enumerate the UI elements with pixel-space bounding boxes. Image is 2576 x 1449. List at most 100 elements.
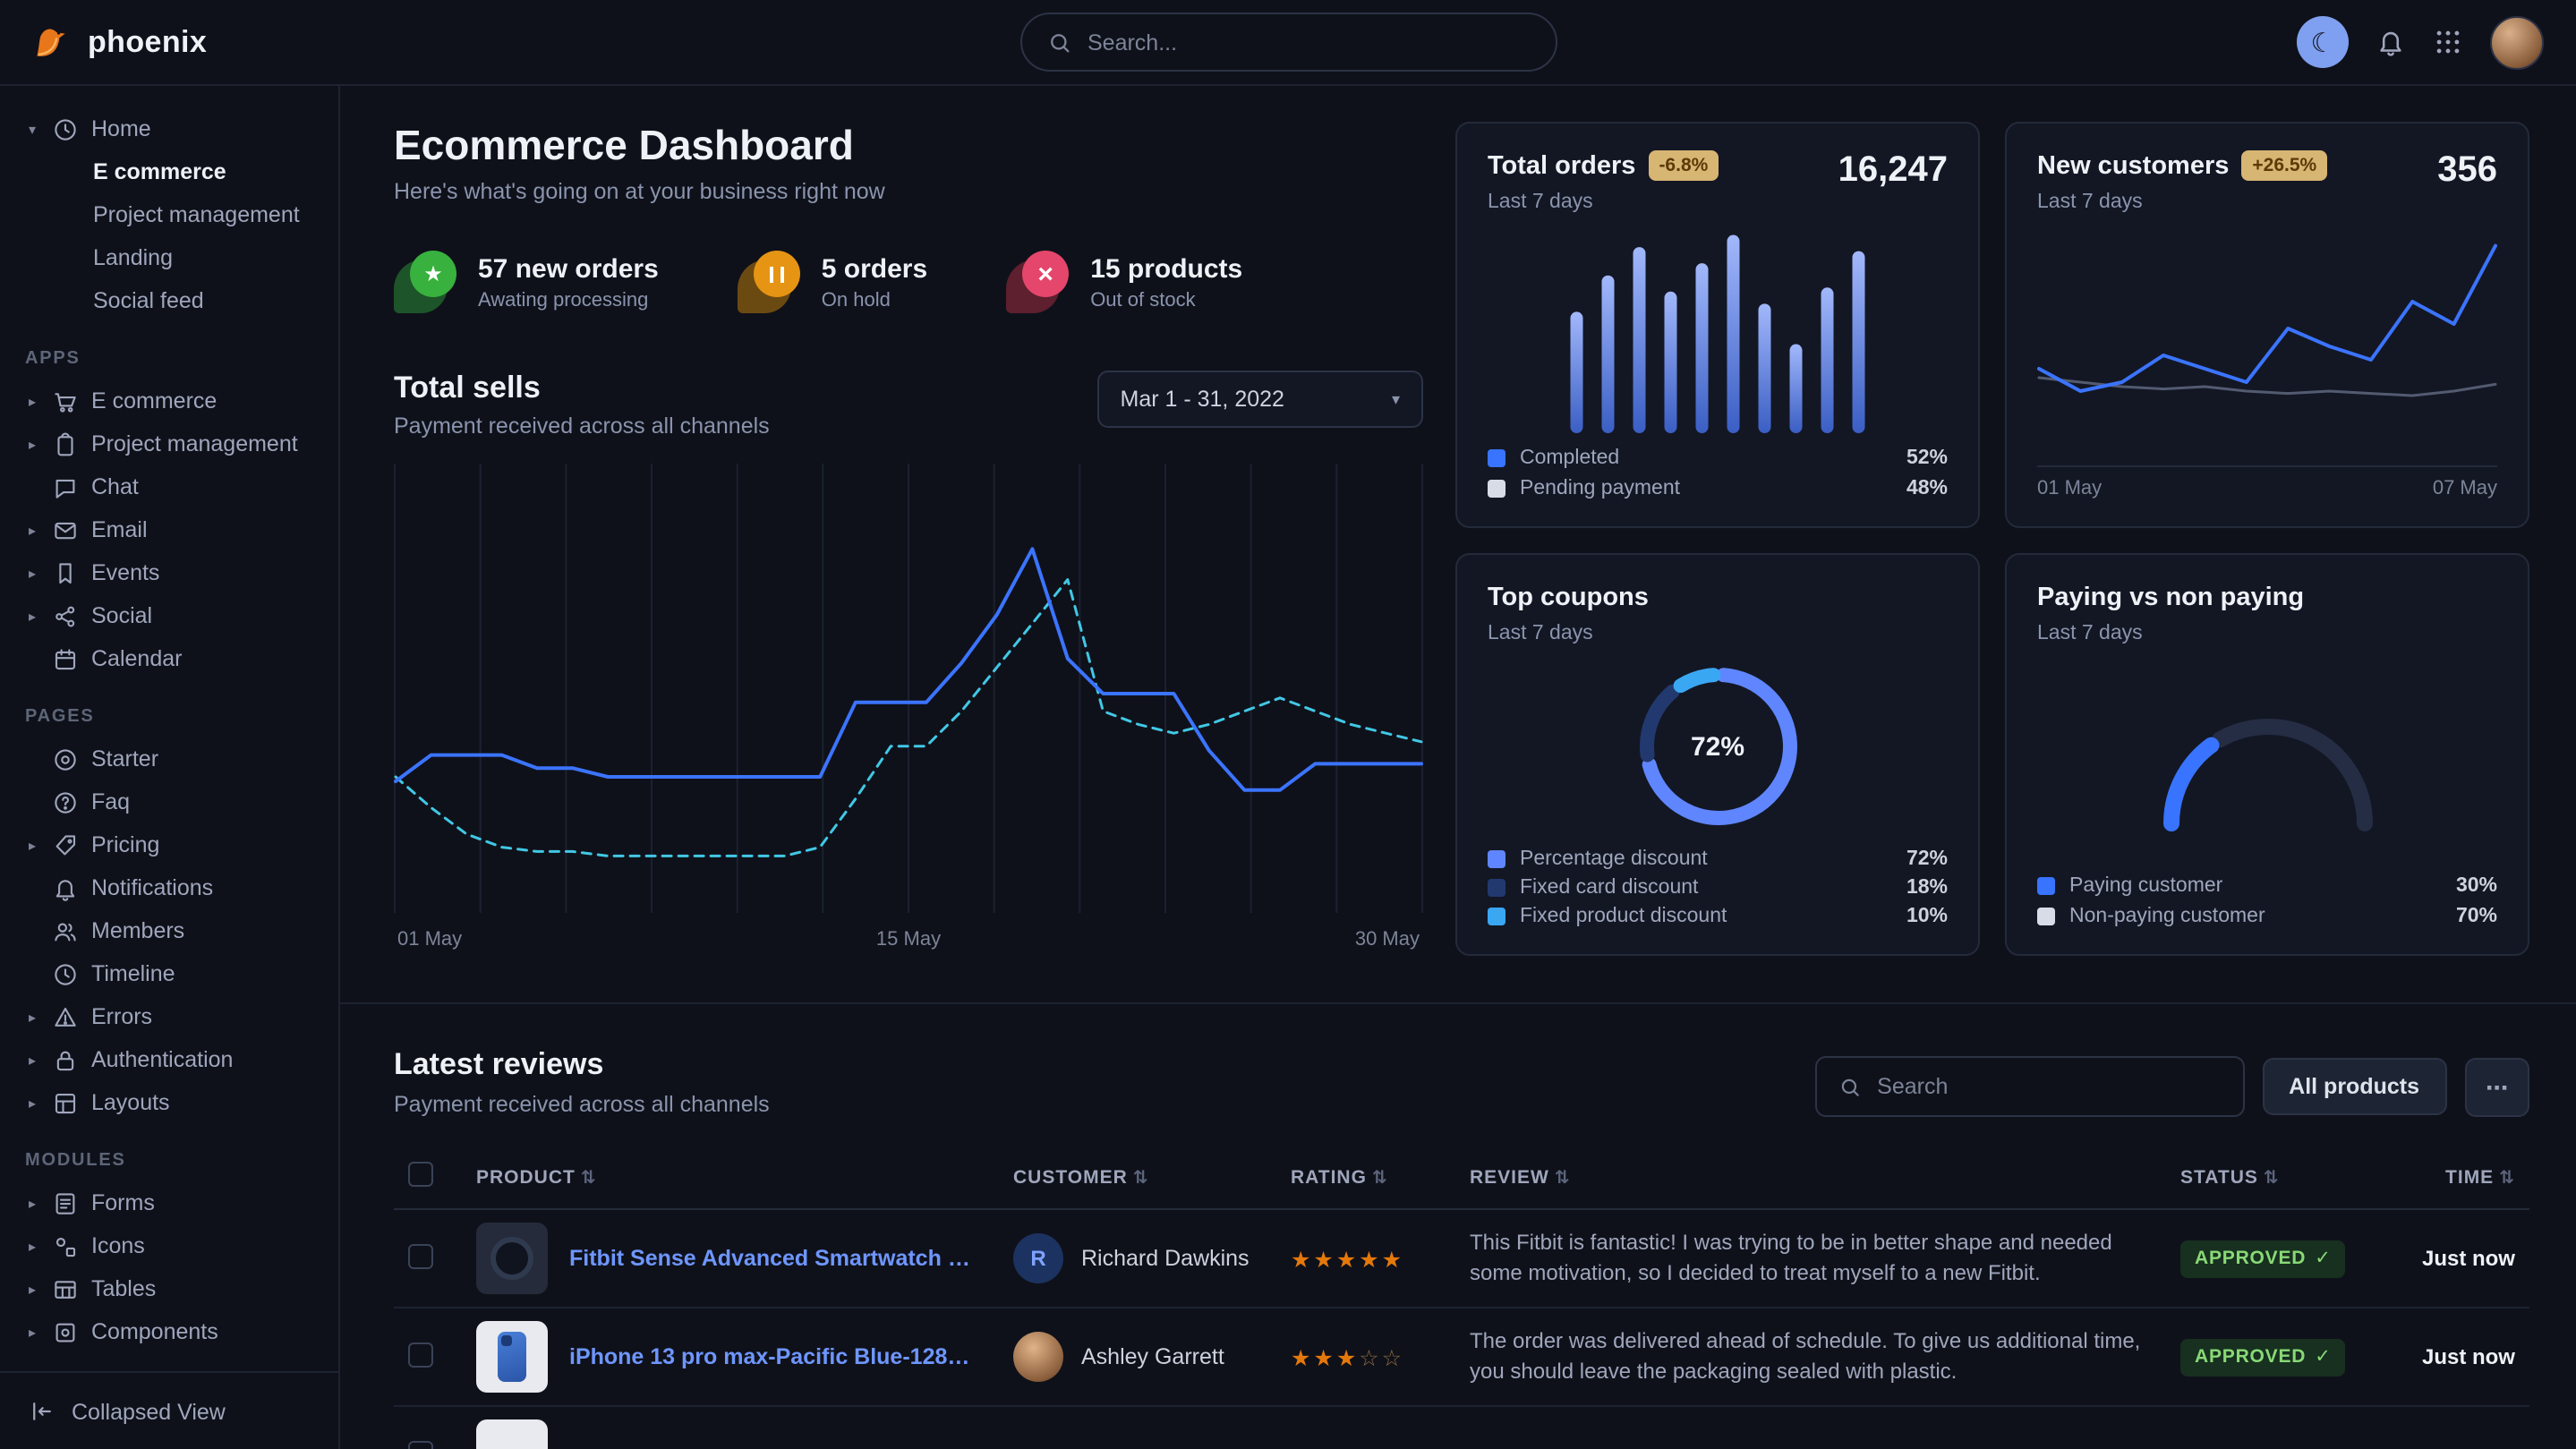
customer-avatar: R: [1013, 1233, 1063, 1283]
caret-right-icon: ▸: [25, 1052, 39, 1068]
customer-avatar: [1013, 1332, 1063, 1382]
stat-caption: Awating processing: [478, 289, 659, 311]
sidebar-item-label: Starter: [91, 746, 158, 771]
row-checkbox[interactable]: [408, 1342, 433, 1367]
sort-icon: ⇅: [581, 1168, 597, 1188]
user-avatar[interactable]: [2490, 15, 2544, 69]
reviews-search[interactable]: [1814, 1056, 2244, 1117]
sidebar-item-social-feed[interactable]: Social feed: [14, 279, 324, 322]
row-checkbox[interactable]: [408, 1440, 433, 1449]
paying-gauge-chart: [2037, 644, 2497, 875]
product-link[interactable]: iPhone 13 pro max-Pacific Blue-128GB sto…: [569, 1344, 985, 1369]
caret-right-icon: ▸: [25, 1324, 39, 1340]
column-header-customer[interactable]: CUSTOMER⇅: [999, 1146, 1276, 1209]
caret-right-icon: ▸: [25, 837, 39, 853]
collapse-view-button[interactable]: Collapsed View: [0, 1371, 338, 1449]
select-all-checkbox[interactable]: [408, 1162, 433, 1187]
sidebar-item-project-management[interactable]: Project management: [14, 193, 324, 236]
dark-mode-toggle[interactable]: ☾: [2297, 16, 2349, 68]
clock-icon: [52, 115, 79, 142]
sidebar-item-e-commerce[interactable]: E commerce: [14, 150, 324, 193]
product-link[interactable]: Fitbit Sense Advanced Smartwatch with To…: [569, 1246, 985, 1271]
sidebar-item-calendar[interactable]: Calendar: [14, 637, 324, 680]
sidebar-item-label: Tables: [91, 1276, 156, 1301]
column-header-status[interactable]: STATUS⇅: [2166, 1146, 2377, 1209]
sidebar-item-events[interactable]: ▸Events: [14, 551, 324, 594]
collapse-view-label: Collapsed View: [72, 1399, 226, 1424]
sidebar-section-apps: APPS: [25, 344, 313, 374]
brand-logo[interactable]: phoenix: [29, 20, 207, 64]
global-search[interactable]: [1019, 13, 1557, 72]
bookmark-icon: [52, 559, 79, 586]
sidebar-item-components[interactable]: ▸Components: [14, 1310, 324, 1353]
page-subtitle: Here's what's going on at your business …: [394, 179, 1423, 204]
legend-label: Fixed product discount: [1520, 906, 1727, 927]
mail-icon: [52, 516, 79, 543]
reviews-search-input[interactable]: [1877, 1074, 2221, 1099]
more-options-button[interactable]: ⋯: [2464, 1057, 2529, 1116]
sidebar-item-chat[interactable]: Chat: [14, 465, 324, 508]
sidebar-item-timeline[interactable]: Timeline: [14, 952, 324, 995]
sidebar-item-e-commerce[interactable]: ▸E commerce: [14, 379, 324, 422]
legend-value: 70%: [2456, 906, 2497, 927]
legend-value: 72%: [1906, 848, 1948, 870]
sidebar-item-label: Layouts: [91, 1090, 170, 1115]
sidebar-nav: ▾HomeE commerceProject managementLanding…: [0, 107, 338, 1371]
stats-row: ★ 57 new orders Awating processing 5 ord…: [394, 251, 1423, 313]
sidebar-item-pricing[interactable]: ▸Pricing: [14, 823, 324, 866]
apps-grid-button[interactable]: [2433, 27, 2463, 57]
sidebar-item-email[interactable]: ▸Email: [14, 508, 324, 551]
stat-value: 5 orders: [822, 253, 927, 284]
search-input[interactable]: [1088, 30, 1530, 55]
sidebar-item-icons[interactable]: ▸Icons: [14, 1224, 324, 1267]
product-thumbnail: [476, 1321, 548, 1393]
sidebar-item-authentication[interactable]: ▸ Authentication: [14, 1038, 324, 1081]
notifications-button[interactable]: [2376, 27, 2406, 57]
sidebar-item-faq[interactable]: Faq: [14, 780, 324, 823]
card-title: Paying vs non paying: [2037, 584, 2304, 612]
column-header-rating[interactable]: RATING⇅: [1276, 1146, 1455, 1209]
sidebar-item-forms[interactable]: ▸Forms: [14, 1181, 324, 1224]
sidebar-section-modules: MODULES: [25, 1146, 313, 1176]
reviews-title: Latest reviews: [394, 1047, 770, 1083]
table-row: iPhone 13 pro max-Pacific Blue-128GB sto…: [394, 1308, 2529, 1406]
date-range-select[interactable]: Mar 1 - 31, 2022 ▾: [1097, 371, 1424, 428]
select-all-cell: [394, 1146, 462, 1209]
sort-icon: ⇅: [2264, 1168, 2280, 1188]
sidebar-item-layouts[interactable]: ▸Layouts: [14, 1081, 324, 1124]
column-header-review[interactable]: REVIEW⇅: [1455, 1146, 2166, 1209]
caret-right-icon: ▸: [25, 1238, 39, 1254]
calendar-icon: [52, 645, 79, 672]
close-icon: ×: [1037, 260, 1053, 287]
legend-item-completed: Completed 52%: [1488, 447, 1948, 469]
clipboard-icon: [52, 430, 79, 457]
sidebar-item-members[interactable]: Members: [14, 909, 324, 952]
column-header-time[interactable]: TIME⇅: [2377, 1146, 2529, 1209]
legend-label: Non-paying customer: [2069, 906, 2265, 927]
all-products-button[interactable]: All products: [2262, 1058, 2446, 1115]
column-header-product[interactable]: PRODUCT⇅: [462, 1146, 999, 1209]
sort-icon: ⇅: [2499, 1168, 2515, 1188]
reviews-table: PRODUCT⇅CUSTOMER⇅RATING⇅REVIEW⇅STATUS⇅TI…: [394, 1146, 2529, 1449]
row-checkbox[interactable]: [408, 1243, 433, 1268]
legend-label: Completed: [1520, 447, 1619, 469]
sidebar-item-label: Forms: [91, 1190, 155, 1215]
sidebar-item-project-management[interactable]: ▸Project management: [14, 422, 324, 465]
caret-right-icon: ▸: [25, 1009, 39, 1025]
search-icon: [1838, 1075, 1861, 1098]
top-coupons-chart: 72%: [1488, 644, 1948, 848]
legend-swatch: [1488, 449, 1506, 467]
sidebar-item-label: Authentication: [91, 1047, 233, 1072]
sidebar-item-social[interactable]: ▸Social: [14, 594, 324, 637]
sidebar-item-starter[interactable]: Starter: [14, 737, 324, 780]
cart-icon: [52, 388, 79, 414]
stat-on-hold: 5 orders On hold: [738, 251, 927, 313]
sidebar-item-tables[interactable]: ▸Tables: [14, 1267, 324, 1310]
sidebar-item-label: Calendar: [91, 646, 182, 671]
sidebar-item-home[interactable]: ▾Home: [14, 107, 324, 150]
users-icon: [52, 917, 79, 944]
sidebar-item-notifications[interactable]: Notifications: [14, 866, 324, 909]
sidebar-item-landing[interactable]: Landing: [14, 236, 324, 279]
brand-name: phoenix: [88, 24, 207, 60]
sidebar-item-errors[interactable]: ▸Errors: [14, 995, 324, 1038]
